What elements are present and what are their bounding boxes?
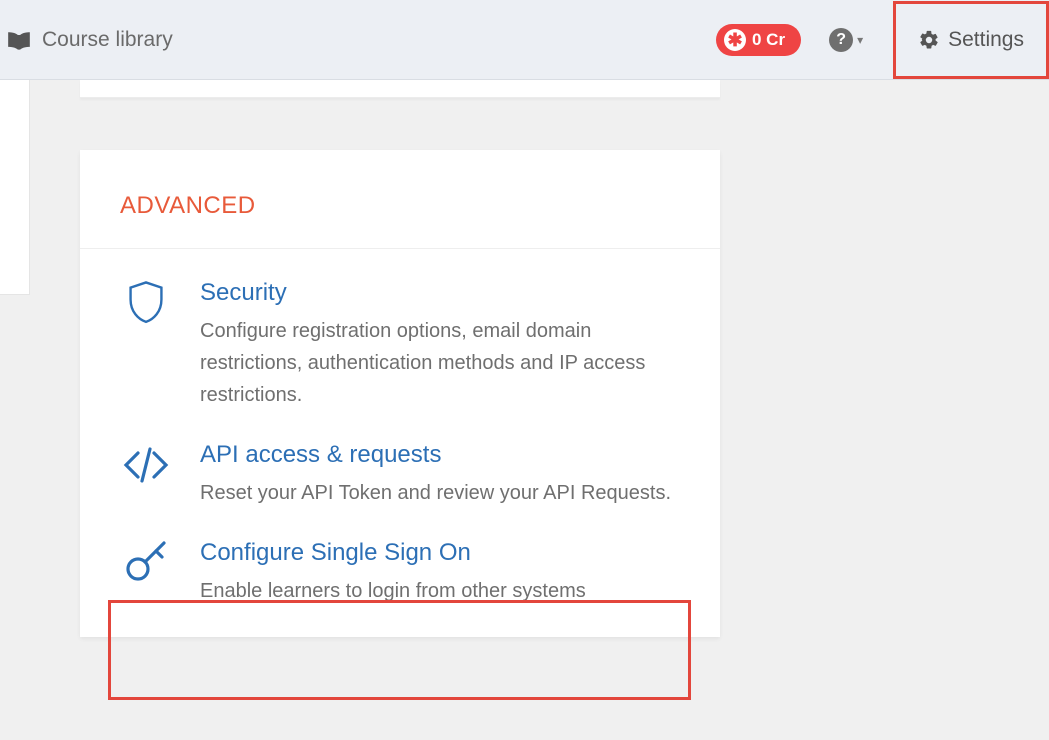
book-icon	[6, 29, 32, 51]
topbar: Course library ✱ 0 Cr ? ▾ Settings	[0, 0, 1049, 80]
course-library-label: Course library	[42, 28, 173, 52]
advanced-panel: ADVANCED Security Configure registration…	[80, 150, 720, 637]
option-security-title[interactable]: Security	[200, 279, 680, 307]
option-sso-title[interactable]: Configure Single Sign On	[200, 539, 680, 567]
panel-heading: ADVANCED	[80, 150, 720, 249]
shield-icon	[120, 279, 172, 327]
option-api-title[interactable]: API access & requests	[200, 441, 680, 469]
course-library-link[interactable]: Course library	[0, 28, 173, 52]
option-sso[interactable]: Configure Single Sign On Enable learners…	[80, 509, 720, 607]
settings-label: Settings	[948, 28, 1024, 52]
option-security-desc: Configure registration options, email do…	[200, 315, 680, 411]
option-security[interactable]: Security Configure registration options,…	[80, 249, 720, 411]
asterisk-icon: ✱	[724, 29, 746, 51]
option-api-desc: Reset your API Token and review your API…	[200, 477, 680, 509]
option-sso-desc: Enable learners to login from other syst…	[200, 575, 680, 607]
left-sidebar-stub	[0, 80, 30, 295]
prev-card-edge	[80, 80, 720, 98]
credits-pill[interactable]: ✱ 0 Cr	[716, 24, 801, 56]
settings-button[interactable]: Settings	[893, 1, 1049, 79]
caret-down-icon: ▾	[857, 33, 863, 47]
credits-text: 0 Cr	[752, 30, 785, 50]
help-menu[interactable]: ? ▾	[829, 28, 863, 52]
gear-icon	[918, 29, 940, 51]
option-api[interactable]: API access & requests Reset your API Tok…	[80, 411, 720, 509]
key-icon	[120, 539, 172, 587]
code-icon	[120, 441, 172, 489]
help-icon: ?	[829, 28, 853, 52]
